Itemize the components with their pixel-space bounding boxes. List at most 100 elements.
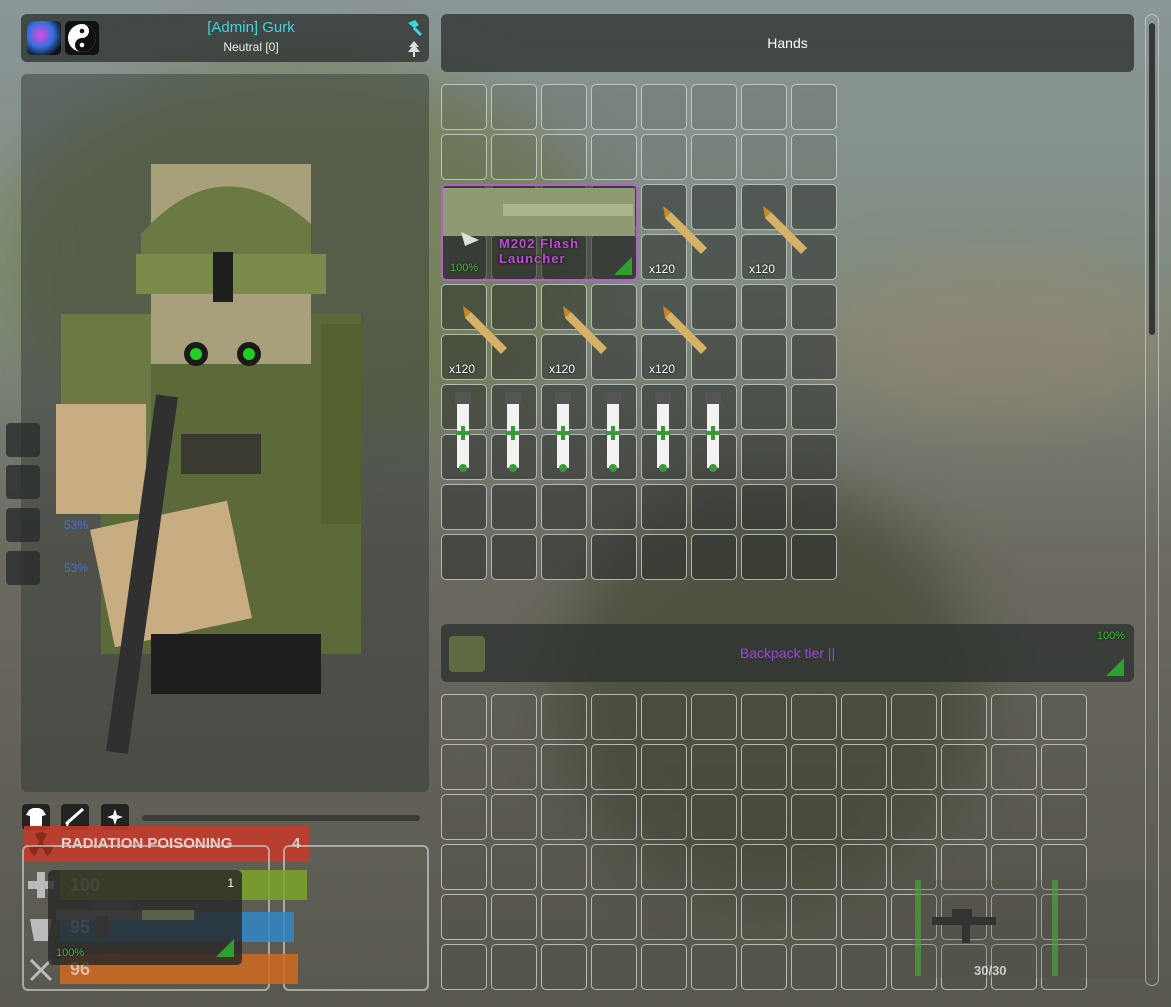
- backpack-slot[interactable]: [741, 694, 787, 740]
- backpack-slot[interactable]: [941, 694, 987, 740]
- inventory-slot[interactable]: [741, 484, 787, 530]
- equipped-weapon-slot[interactable]: 1 100%: [48, 870, 242, 965]
- inventory-slot[interactable]: [641, 534, 687, 580]
- inventory-slot[interactable]: [541, 84, 587, 130]
- backpack-slot[interactable]: [891, 794, 937, 840]
- inventory-slot[interactable]: [791, 384, 837, 430]
- inventory-slot[interactable]: [591, 134, 637, 180]
- backpack-slot[interactable]: [441, 844, 487, 890]
- backpack-slot[interactable]: [441, 944, 487, 990]
- scrollbar-thumb[interactable]: [1149, 23, 1155, 335]
- inventory-slot[interactable]: [741, 384, 787, 430]
- inventory-slot[interactable]: [691, 134, 737, 180]
- backpack-slot[interactable]: [641, 844, 687, 890]
- inventory-slot[interactable]: [441, 534, 487, 580]
- medical-syringe-item[interactable]: [441, 384, 487, 480]
- backpack-slot[interactable]: [541, 694, 587, 740]
- backpack-slot[interactable]: [741, 944, 787, 990]
- inventory-slot[interactable]: [441, 134, 487, 180]
- backpack-slot[interactable]: [641, 894, 687, 940]
- backpack-slot[interactable]: [441, 794, 487, 840]
- backpack-slot[interactable]: [891, 694, 937, 740]
- inventory-slot[interactable]: [791, 284, 837, 330]
- backpack-slot[interactable]: [791, 894, 837, 940]
- inventory-slot[interactable]: [741, 434, 787, 480]
- medical-syringe-item[interactable]: [591, 384, 637, 480]
- inventory-slot[interactable]: [491, 134, 537, 180]
- backpack-slot[interactable]: [491, 694, 537, 740]
- backpack-slot[interactable]: [841, 844, 887, 890]
- backpack-slot[interactable]: [791, 944, 837, 990]
- inventory-slot[interactable]: [691, 84, 737, 130]
- backpack-slot[interactable]: [741, 744, 787, 790]
- backpack-slot[interactable]: [791, 694, 837, 740]
- backpack-slot[interactable]: [541, 844, 587, 890]
- backpack-slot[interactable]: [591, 744, 637, 790]
- inventory-slot[interactable]: [591, 484, 637, 530]
- helmet-slot[interactable]: [6, 423, 40, 457]
- backpack-slot[interactable]: [1041, 744, 1087, 790]
- backpack-slot[interactable]: [741, 844, 787, 890]
- inventory-slot[interactable]: [791, 534, 837, 580]
- inventory-slot[interactable]: [541, 484, 587, 530]
- shirt-slot[interactable]: [6, 508, 40, 542]
- backpack-slot[interactable]: [541, 794, 587, 840]
- inventory-slot[interactable]: [791, 484, 837, 530]
- vest-slot[interactable]: [6, 465, 40, 499]
- backpack-slot[interactable]: [1041, 694, 1087, 740]
- backpack-slot[interactable]: [641, 744, 687, 790]
- backpack-slot[interactable]: [841, 744, 887, 790]
- backpack-slot[interactable]: [441, 694, 487, 740]
- backpack-slot[interactable]: [691, 794, 737, 840]
- medical-syringe-item[interactable]: [641, 384, 687, 480]
- inventory-slot[interactable]: [741, 84, 787, 130]
- backpack-slot[interactable]: [991, 744, 1037, 790]
- backpack-slot[interactable]: [491, 894, 537, 940]
- inventory-slot[interactable]: [791, 84, 837, 130]
- backpack-slot[interactable]: [991, 694, 1037, 740]
- scroll-thumb[interactable]: [144, 815, 210, 821]
- ammo-item[interactable]: x120: [441, 284, 537, 380]
- inventory-slot[interactable]: [641, 484, 687, 530]
- inventory-slot[interactable]: [691, 484, 737, 530]
- inventory-slot[interactable]: [591, 534, 637, 580]
- inventory-slot[interactable]: [741, 134, 787, 180]
- ammo-item[interactable]: x120: [741, 184, 837, 280]
- ammo-item[interactable]: x120: [541, 284, 637, 380]
- inventory-slot[interactable]: [441, 484, 487, 530]
- scroll-track[interactable]: [142, 815, 420, 821]
- backpack-slot[interactable]: [591, 794, 637, 840]
- inventory-slot[interactable]: [441, 84, 487, 130]
- backpack-slot[interactable]: [541, 894, 587, 940]
- character-preview[interactable]: [21, 74, 429, 792]
- inventory-slot[interactable]: [741, 284, 787, 330]
- inventory-slot[interactable]: [491, 534, 537, 580]
- backpack-slot[interactable]: [491, 744, 537, 790]
- backpack-slot[interactable]: [691, 694, 737, 740]
- inventory-slot[interactable]: [591, 84, 637, 130]
- backpack-slot[interactable]: [791, 844, 837, 890]
- inventory-slot[interactable]: [791, 134, 837, 180]
- medical-syringe-item[interactable]: [541, 384, 587, 480]
- backpack-slot[interactable]: [691, 894, 737, 940]
- inventory-slot[interactable]: [641, 84, 687, 130]
- pants-slot[interactable]: [6, 551, 40, 585]
- inventory-slot[interactable]: [741, 534, 787, 580]
- backpack-slot[interactable]: [591, 944, 637, 990]
- backpack-slot[interactable]: [791, 794, 837, 840]
- inventory-scrollbar[interactable]: [1145, 14, 1159, 986]
- backpack-slot[interactable]: [441, 744, 487, 790]
- backpack-slot[interactable]: [591, 844, 637, 890]
- backpack-slot[interactable]: [541, 944, 587, 990]
- inventory-slot[interactable]: [491, 484, 537, 530]
- inventory-slot[interactable]: [691, 534, 737, 580]
- backpack-slot[interactable]: [691, 944, 737, 990]
- backpack-slot[interactable]: [1041, 794, 1087, 840]
- medical-syringe-item[interactable]: [691, 384, 737, 480]
- backpack-slot[interactable]: [941, 794, 987, 840]
- inventory-slot[interactable]: [541, 134, 587, 180]
- backpack-slot[interactable]: [841, 794, 887, 840]
- hands-grid[interactable]: x120 x120 x120 x120 x120: [441, 84, 841, 584]
- inventory-slot[interactable]: [791, 334, 837, 380]
- backpack-slot[interactable]: [791, 744, 837, 790]
